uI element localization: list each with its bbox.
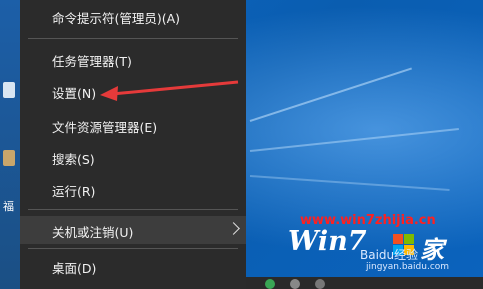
- arrow-head: [100, 86, 118, 101]
- baidu-jingyan-url: jingyan.baidu.com: [366, 262, 450, 272]
- taskbar: [246, 277, 483, 289]
- taskbar-app-icon[interactable]: [290, 279, 300, 289]
- taskbar-app-icon[interactable]: [265, 279, 275, 289]
- arrow-shaft: [111, 80, 239, 96]
- baidu-jingyan-watermark: Baidu经验: [360, 248, 419, 262]
- watermark-logo-suffix: 家: [420, 235, 444, 264]
- taskbar-app-icon[interactable]: [315, 279, 325, 289]
- watermark-logo-text: Win7: [288, 226, 367, 257]
